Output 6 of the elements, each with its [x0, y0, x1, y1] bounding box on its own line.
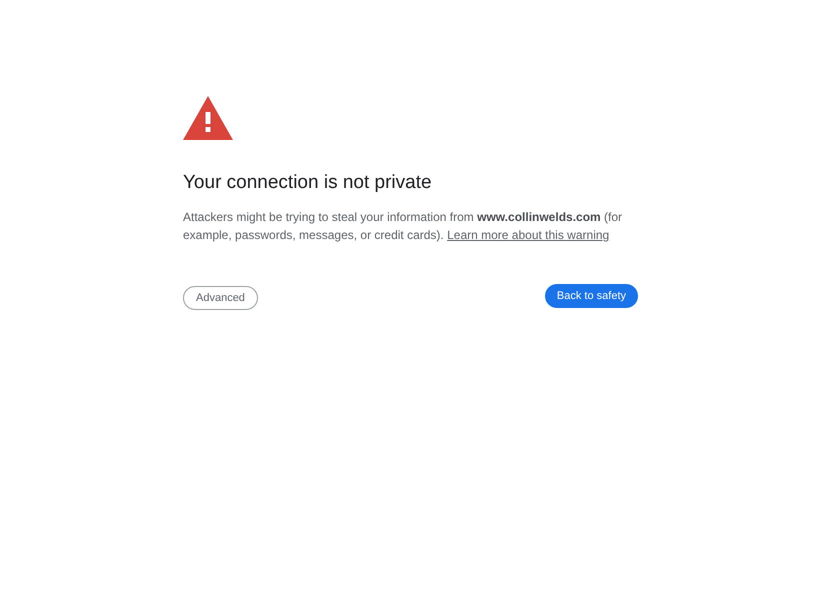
back-button[interactable]: Back to safety — [544, 284, 638, 308]
advanced-button[interactable]: Advanced — [183, 286, 258, 310]
warning-message: Attackers might be trying to steal your information from www.collinwelds.com (for example, passwords, messages, or credit cards). Learn more about this warning — [183, 209, 624, 244]
learn-more-link[interactable]: Learn more about this warning — [447, 228, 610, 242]
warning-icon — [183, 96, 233, 140]
page-heading: Your connection is not private — [183, 171, 433, 195]
